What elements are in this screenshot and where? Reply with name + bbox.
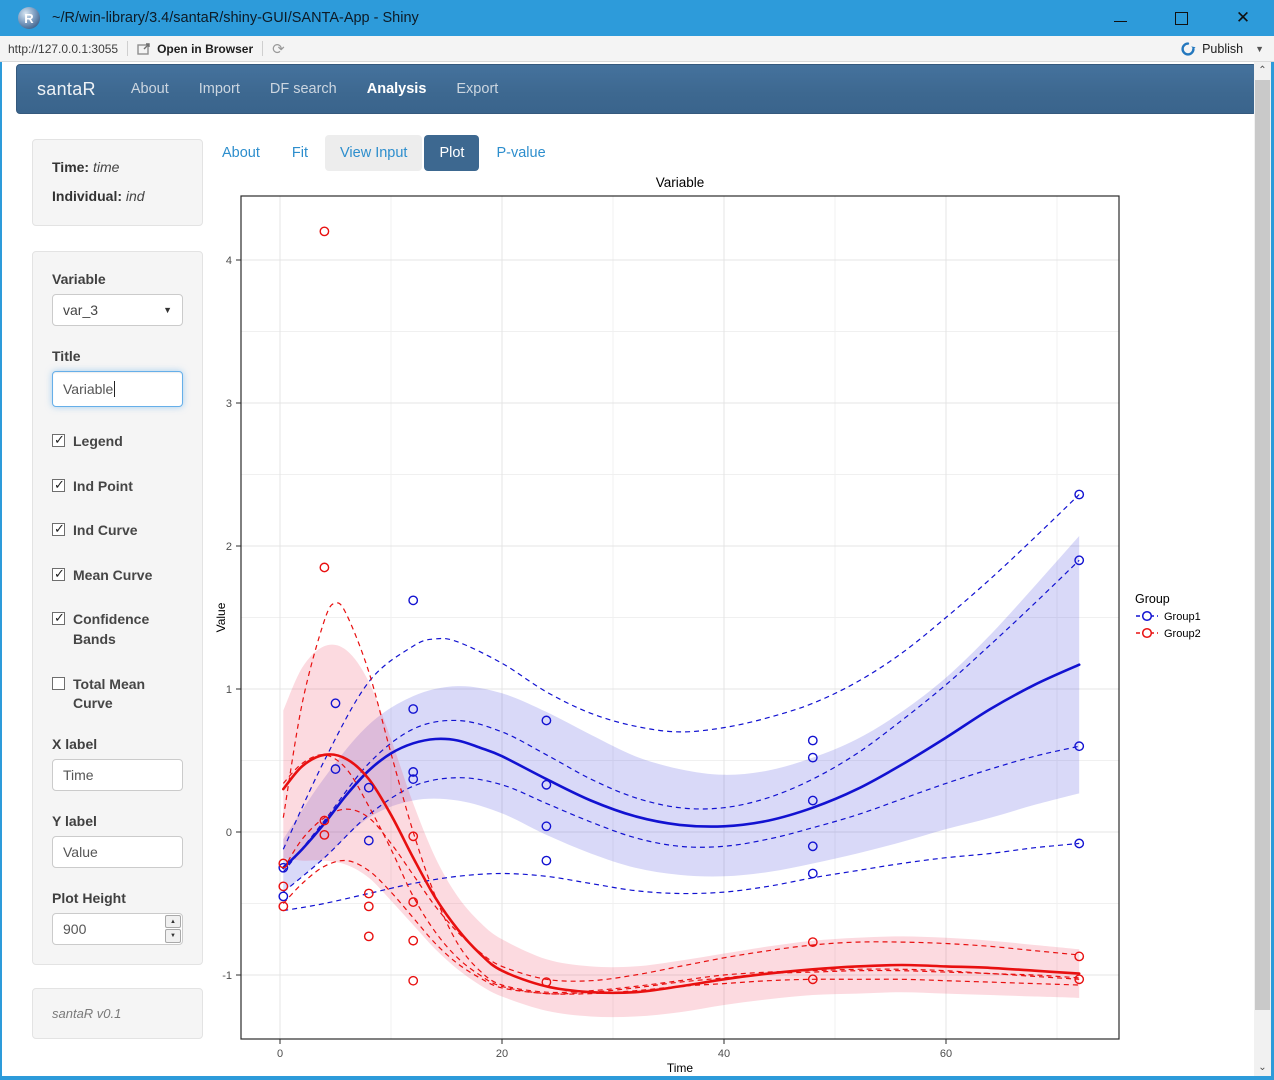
svg-text:40: 40 — [718, 1048, 730, 1060]
svg-text:Time: Time — [667, 1061, 694, 1074]
checkbox-box — [52, 677, 65, 690]
svg-text:20: 20 — [496, 1048, 508, 1060]
svg-text:-1: -1 — [222, 970, 232, 982]
checkbox-ind-point[interactable]: Ind Point — [52, 477, 183, 497]
toolbar-divider — [127, 41, 128, 56]
open-in-browser-icon — [137, 43, 151, 55]
y-label-label: Y label — [52, 813, 183, 829]
scrollbar-thumb[interactable] — [1255, 80, 1270, 1010]
title-label: Title — [52, 348, 183, 364]
spinner-down-button[interactable]: ▼ — [165, 929, 181, 943]
nav-item-about[interactable]: About — [116, 65, 184, 113]
checkbox-box — [52, 434, 65, 447]
svg-text:Value: Value — [215, 602, 228, 632]
variable-label: Variable — [52, 271, 183, 287]
nav-item-export[interactable]: Export — [441, 65, 513, 113]
minimize-button[interactable] — [1114, 14, 1127, 22]
variable-select[interactable]: var_3 ▼ — [52, 294, 183, 326]
checkbox-box — [52, 479, 65, 492]
main-content: About Fit View Input Plot P-value 4 3 2 1 0 -… — [203, 114, 1241, 1079]
plot-controls-panel: Variable var_3 ▼ Title Variable Legend I… — [32, 251, 203, 965]
x-label-input[interactable] — [52, 759, 183, 791]
nav-item-analysis[interactable]: Analysis — [352, 65, 442, 113]
title-input[interactable]: Variable — [52, 371, 183, 407]
navbar: santaR About Import DF search Analysis E… — [16, 64, 1257, 114]
svg-text:4: 4 — [226, 255, 232, 267]
window-title: ~/R/win-library/3.4/santaR/shiny-GUI/SAN… — [52, 10, 1114, 26]
scroll-up-button[interactable]: ⌃ — [1254, 62, 1271, 79]
checkbox-ind-curve[interactable]: Ind Curve — [52, 521, 183, 541]
individual-info: Individual: ind — [52, 188, 183, 204]
window-titlebar: R ~/R/win-library/3.4/santaR/shiny-GUI/S… — [0, 0, 1274, 36]
close-button[interactable]: ✕ — [1236, 11, 1250, 25]
nav-item-import[interactable]: Import — [184, 65, 255, 113]
publish-dropdown-caret[interactable]: ▼ — [1255, 44, 1264, 54]
analysis-plot: 4 3 2 1 0 -1 0 20 40 60 Variable Time Value Group Grou… — [215, 169, 1205, 1074]
version-text: santaR v0.1 — [52, 1006, 183, 1021]
svg-text:Group: Group — [1135, 592, 1170, 606]
svg-text:2: 2 — [226, 541, 232, 553]
time-info: Time: time — [52, 159, 183, 175]
publish-button[interactable]: Publish — [1202, 42, 1243, 56]
svg-text:1: 1 — [226, 684, 232, 696]
tab-plot[interactable]: Plot — [424, 135, 479, 171]
svg-text:60: 60 — [940, 1048, 952, 1060]
svg-text:Group1: Group1 — [1164, 611, 1201, 623]
navbar-brand[interactable]: santaR — [17, 79, 116, 100]
checkbox-box — [52, 612, 65, 625]
tab-p-value[interactable]: P-value — [481, 135, 560, 171]
sidebar: Time: time Individual: ind Variable var_… — [32, 114, 203, 1079]
chevron-down-icon: ▼ — [163, 305, 172, 315]
app-url: http://127.0.0.1:3055 — [8, 42, 118, 56]
tab-about[interactable]: About — [207, 135, 275, 171]
spinner-up-button[interactable]: ▲ — [165, 915, 181, 929]
maximize-button[interactable] — [1175, 12, 1188, 25]
plot-height-label: Plot Height — [52, 890, 183, 906]
checkbox-box — [52, 568, 65, 581]
r-logo-icon: R — [18, 7, 40, 29]
tab-fit[interactable]: Fit — [277, 135, 323, 171]
checkbox-confidence-bands[interactable]: Confidence Bands — [52, 610, 183, 649]
analysis-tabs: About Fit View Input Plot P-value — [207, 135, 1241, 171]
svg-text:0: 0 — [277, 1048, 283, 1060]
open-in-browser-button[interactable]: Open in Browser — [137, 42, 253, 56]
svg-text:0: 0 — [226, 827, 232, 839]
dataset-info-panel: Time: time Individual: ind — [32, 139, 203, 226]
app-frame: santaR About Import DF search Analysis E… — [0, 62, 1274, 1080]
plot-container: 4 3 2 1 0 -1 0 20 40 60 Variable Time Value Group Grou… — [215, 169, 1241, 1079]
svg-text:Variable: Variable — [656, 175, 705, 190]
svg-text:3: 3 — [226, 398, 232, 410]
checkbox-mean-curve[interactable]: Mean Curve — [52, 566, 183, 586]
checkbox-total-mean-curve[interactable]: Total Mean Curve — [52, 675, 183, 714]
checkbox-box — [52, 523, 65, 536]
svg-text:Group2: Group2 — [1164, 628, 1201, 640]
refresh-icon[interactable]: ⟳ — [272, 40, 285, 58]
publish-icon — [1180, 41, 1196, 57]
nav-item-df-search[interactable]: DF search — [255, 65, 352, 113]
y-label-input[interactable] — [52, 836, 183, 868]
checkbox-legend[interactable]: Legend — [52, 432, 183, 452]
scroll-down-button[interactable]: ⌄ — [1254, 1059, 1271, 1076]
x-label-label: X label — [52, 736, 183, 752]
shiny-toolbar: http://127.0.0.1:3055 Open in Browser ⟳ … — [0, 36, 1274, 62]
vertical-scrollbar[interactable]: ⌃ ⌄ — [1254, 62, 1271, 1076]
text-cursor — [114, 381, 115, 397]
toolbar-divider — [262, 41, 263, 56]
version-panel: santaR v0.1 — [32, 988, 203, 1039]
tab-view-input[interactable]: View Input — [325, 135, 422, 171]
